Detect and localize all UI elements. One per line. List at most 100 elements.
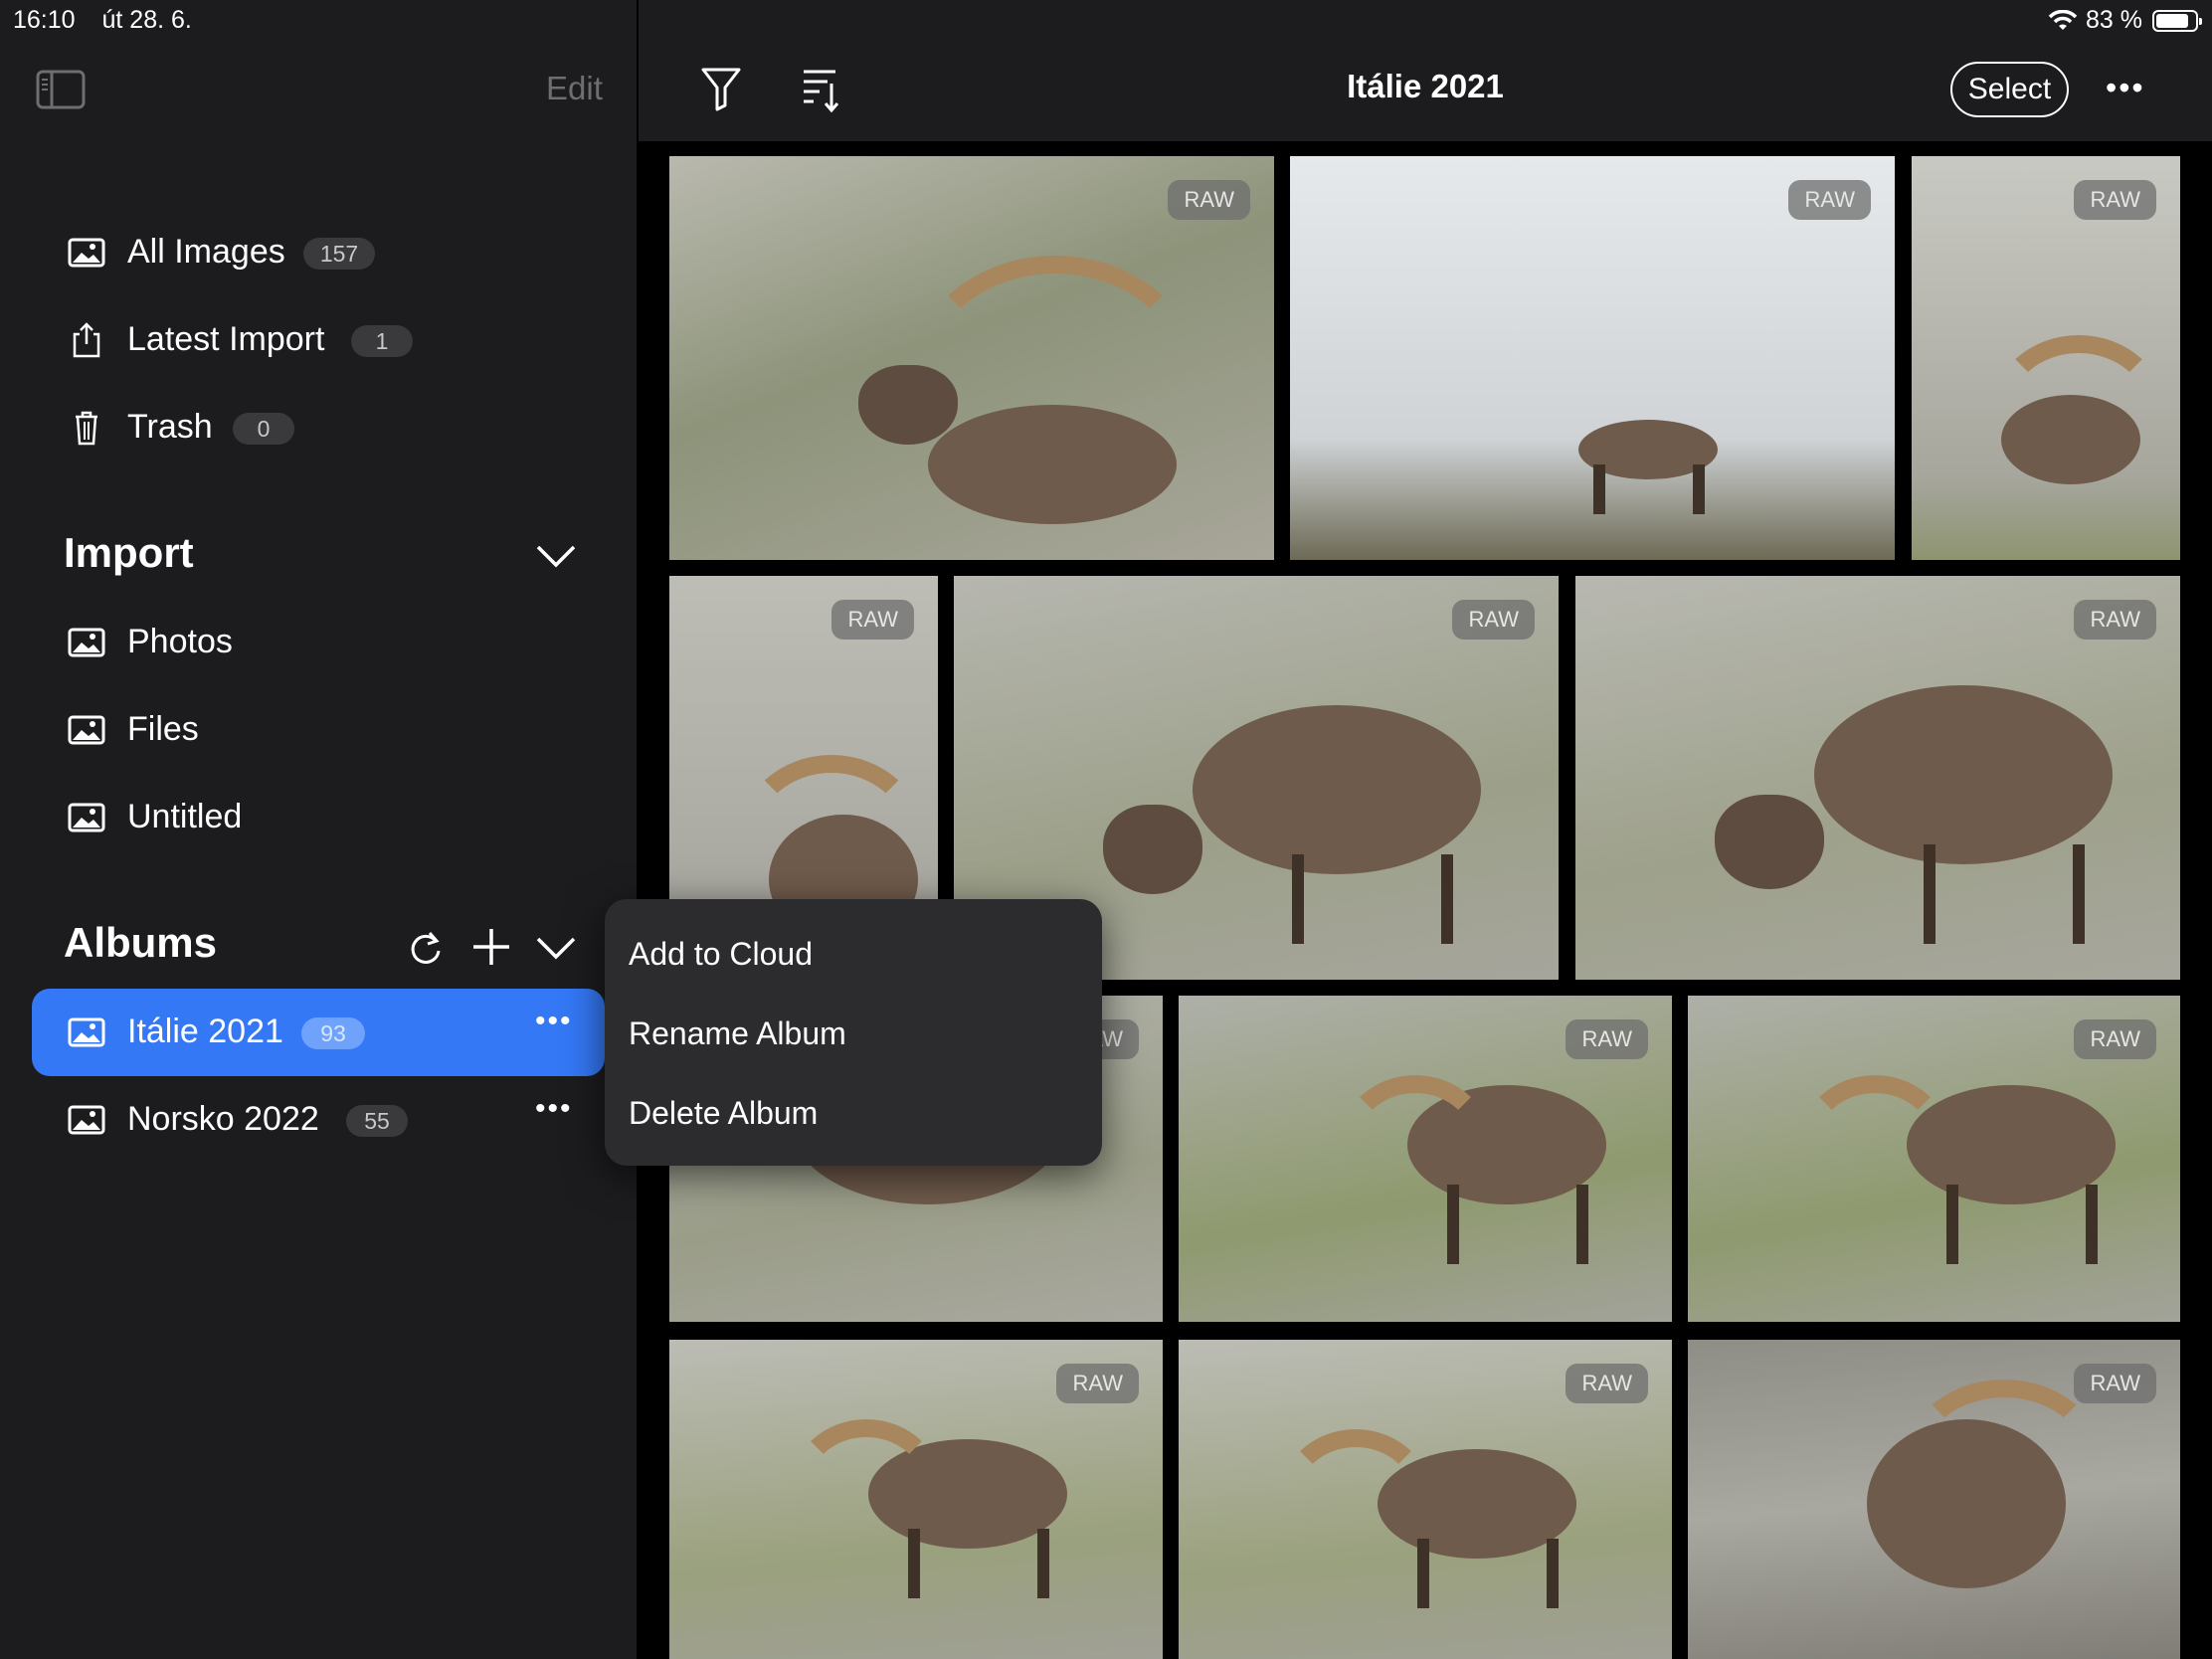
ibex-horn (1797, 1075, 1952, 1220)
ibex-leg (1447, 1185, 1459, 1264)
battery-icon (2152, 9, 2202, 32)
chevron-down-icon[interactable] (534, 541, 578, 571)
import-section-title: Import (64, 529, 194, 576)
add-album-icon[interactable] (469, 925, 513, 969)
ibex-leg (2073, 844, 2085, 944)
share-icon (73, 322, 100, 358)
menu-item-rename-album[interactable]: Rename Album (629, 1015, 846, 1052)
photo-icon (68, 238, 105, 268)
raw-badge: RAW (2074, 600, 2156, 640)
menu-item-add-to-cloud[interactable]: Add to Cloud (629, 936, 813, 973)
album-label: Itálie 2021 (127, 1013, 283, 1050)
album-item-norsko-2022[interactable]: Norsko 2022 55 ••• (0, 1076, 637, 1164)
status-left: 16:10 út 28. 6. (13, 6, 212, 35)
ibex-leg (2086, 1185, 2098, 1264)
photo-thumbnail[interactable]: RAW (669, 1340, 1163, 1659)
photo-thumbnail[interactable]: RAW (1575, 576, 2180, 980)
photo-thumbnail[interactable]: RAW (1688, 996, 2180, 1322)
refresh-icon[interactable] (406, 929, 446, 969)
ibex-horn (739, 755, 924, 920)
album-label: Norsko 2022 (127, 1100, 319, 1138)
photo-icon (68, 1017, 105, 1047)
album-item-italie-2021[interactable]: Itálie 2021 93 ••• (32, 989, 605, 1076)
status-bar: 16:10 út 28. 6. 83 % (0, 0, 2212, 40)
edit-button[interactable]: Edit (546, 70, 603, 107)
photo-icon (68, 715, 105, 745)
sidebar-item-photos[interactable]: Photos (0, 599, 637, 686)
sidebar-toggle-icon[interactable] (36, 70, 86, 109)
ibex-leg (1946, 1185, 1958, 1264)
ibex-leg (908, 1529, 920, 1598)
ibex-head (1715, 795, 1824, 889)
raw-badge: RAW (2074, 1019, 2156, 1059)
battery-fill (2156, 13, 2188, 28)
trash-icon (76, 411, 97, 446)
ibex-horn (1991, 335, 2166, 490)
sidebar-item-untitled[interactable]: Untitled (0, 774, 637, 861)
sidebar: Edit All Images 157 Latest Import 1 Tras… (0, 0, 637, 1659)
status-right: 83 % (2048, 6, 2202, 35)
sidebar-item-label: Files (127, 710, 199, 748)
photo-icon (68, 1105, 105, 1135)
photo-thumbnail[interactable]: RAW (1179, 996, 1672, 1322)
photo-icon (68, 628, 105, 657)
count-badge: 55 (346, 1105, 408, 1137)
ibex-leg (1417, 1539, 1429, 1608)
photo-thumbnail[interactable]: RAW (669, 156, 1274, 560)
ibex-horn (1907, 1380, 2102, 1535)
status-time: 16:10 (13, 6, 76, 34)
more-icon[interactable]: ••• (535, 1005, 573, 1038)
ibex-figure (1814, 685, 2113, 864)
sidebar-item-label: All Images (127, 233, 285, 271)
count-badge: 0 (233, 413, 294, 445)
ibex-head (1103, 805, 1202, 894)
ibex-leg (1593, 464, 1605, 514)
ibex-leg (1037, 1529, 1049, 1598)
ibex-horn (789, 1419, 944, 1565)
sidebar-item-all-images[interactable]: All Images 157 (0, 209, 637, 296)
sidebar-item-files[interactable]: Files (0, 686, 637, 774)
raw-badge: RAW (1452, 600, 1535, 640)
albums-section-title: Albums (64, 919, 218, 966)
album-context-menu: Add to Cloud Rename Album Delete Album (605, 899, 1102, 1166)
ibex-leg (1547, 1539, 1559, 1608)
chevron-down-icon[interactable] (534, 933, 578, 963)
wifi-icon (2048, 9, 2078, 30)
menu-item-delete-album[interactable]: Delete Album (629, 1095, 818, 1132)
photo-thumbnail[interactable]: RAW (1688, 1340, 2180, 1659)
count-badge: 1 (351, 325, 413, 357)
ibex-leg (1693, 464, 1705, 514)
sidebar-item-latest-import[interactable]: Latest Import 1 (0, 296, 637, 384)
ibex-figure (1193, 705, 1481, 874)
raw-badge: RAW (1056, 1364, 1139, 1403)
count-badge: 157 (303, 238, 375, 270)
ibex-leg (1292, 854, 1304, 944)
sidebar-item-label: Latest Import (127, 320, 325, 358)
ibex-horn (908, 256, 1202, 510)
ibex-horn (1338, 1075, 1493, 1220)
raw-badge: RAW (2074, 1364, 2156, 1403)
sidebar-item-label: Untitled (127, 798, 243, 835)
ibex-horn (1278, 1429, 1433, 1574)
ibex-leg (1924, 844, 1936, 944)
raw-badge: RAW (1168, 180, 1250, 220)
raw-badge: RAW (831, 600, 914, 640)
photo-thumbnail[interactable]: RAW (1290, 156, 1895, 560)
raw-badge: RAW (1788, 180, 1871, 220)
more-icon[interactable]: ••• (535, 1092, 573, 1126)
raw-badge: RAW (1566, 1364, 1648, 1403)
sidebar-item-trash[interactable]: Trash 0 (0, 384, 637, 471)
battery-percent: 83 % (2086, 6, 2142, 34)
more-options-icon[interactable]: ••• (2106, 70, 2145, 106)
select-button[interactable]: Select (1950, 62, 2069, 117)
raw-badge: RAW (2074, 180, 2156, 220)
photo-thumbnail[interactable]: RAW (1912, 156, 2180, 560)
photo-icon (68, 803, 105, 832)
sidebar-item-label: Trash (127, 408, 213, 446)
sidebar-item-label: Photos (127, 623, 233, 660)
raw-badge: RAW (1566, 1019, 1648, 1059)
status-date: út 28. 6. (101, 6, 192, 34)
ibex-leg (1576, 1185, 1588, 1264)
photo-thumbnail[interactable]: RAW (1179, 1340, 1672, 1659)
ibex-leg (1441, 854, 1453, 944)
